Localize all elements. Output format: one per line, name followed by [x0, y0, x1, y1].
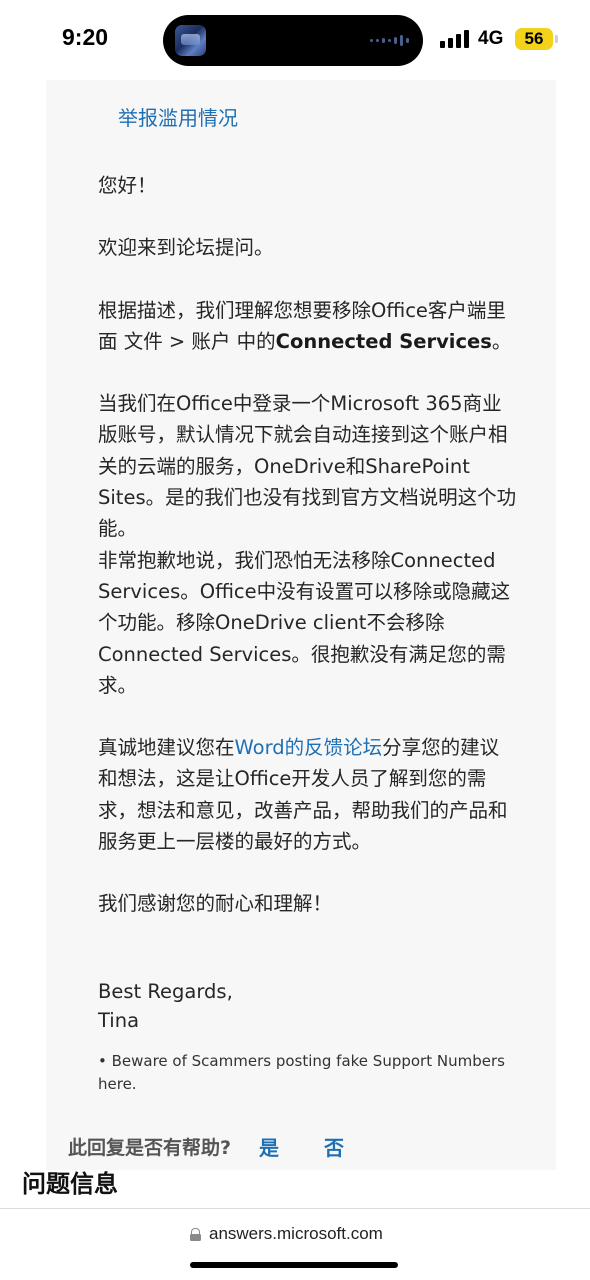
- battery-cap: [555, 35, 558, 43]
- understanding-suffix: 。: [491, 329, 512, 353]
- explanation-paragraph: 当我们在Office中登录一个Microsoft 365商业版账号，默认情况下就…: [98, 392, 517, 541]
- thanks-text: 我们感谢您的耐心和理解！: [98, 892, 333, 916]
- greeting: 您好！: [98, 174, 157, 197]
- lock-icon: [190, 1227, 201, 1241]
- helpful-yes-button[interactable]: 是: [259, 1132, 279, 1161]
- signoff-name: Tina: [98, 1009, 140, 1032]
- signoff-regards: Best Regards,: [98, 980, 233, 1003]
- answer-card: 举报滥用情况 您好！ 欢迎来到论坛提问。 根据描述，我们理解您想要移除Offic…: [46, 80, 556, 1170]
- cellular-signal-icon: [440, 30, 469, 48]
- url-display[interactable]: answers.microsoft.com: [190, 1221, 383, 1247]
- suggestion-text: 真诚地建议您在: [98, 736, 235, 760]
- suggestion-paragraph: 真诚地建议您在Word的反馈论坛分享您的建议和想法，这是让Office开发人员了…: [98, 732, 518, 857]
- scam-disclaimer: • Beware of Scammers posting fake Suppor…: [98, 1052, 505, 1093]
- answer-body: 您好！ 欢迎来到论坛提问。 根据描述，我们理解您想要移除Office客户端里面 …: [98, 170, 518, 920]
- status-time: 9:20: [62, 24, 109, 50]
- home-indicator[interactable]: [190, 1262, 398, 1268]
- url-text: answers.microsoft.com: [209, 1224, 383, 1243]
- report-abuse-link[interactable]: 举报滥用情况: [118, 102, 238, 131]
- waveform-icon: [370, 34, 409, 47]
- understanding-paragraph: 根据描述，我们理解您想要移除Office客户端里面 文件 > 账户 中的Conn…: [98, 295, 518, 358]
- helpful-feedback-row: 此回复是否有帮助? 是 否: [68, 1132, 344, 1160]
- helpful-question: 此回复是否有帮助?: [68, 1136, 232, 1159]
- battery-level: 56: [524, 29, 544, 48]
- status-bar: 9:20 4G 56: [0, 0, 590, 80]
- welcome-text: 欢迎来到论坛提问。: [98, 236, 274, 260]
- question-info-heading: 问题信息: [22, 1170, 118, 1198]
- signoff: Best Regards, Tina: [98, 977, 233, 1035]
- helpful-no-button[interactable]: 否: [324, 1132, 344, 1161]
- app-icon: [175, 25, 206, 56]
- apology-paragraph: 非常抱歉地说，我们恐怕无法移除Connected Services。Office…: [98, 548, 511, 697]
- dynamic-island[interactable]: [163, 15, 423, 66]
- battery-icon: 56: [515, 28, 553, 50]
- network-type: 4G: [478, 28, 504, 49]
- connected-services-term: Connected Services: [275, 329, 492, 353]
- word-feedback-forum-link[interactable]: Word的反馈论坛: [235, 736, 383, 759]
- browser-address-bar[interactable]: answers.microsoft.com: [0, 1208, 590, 1280]
